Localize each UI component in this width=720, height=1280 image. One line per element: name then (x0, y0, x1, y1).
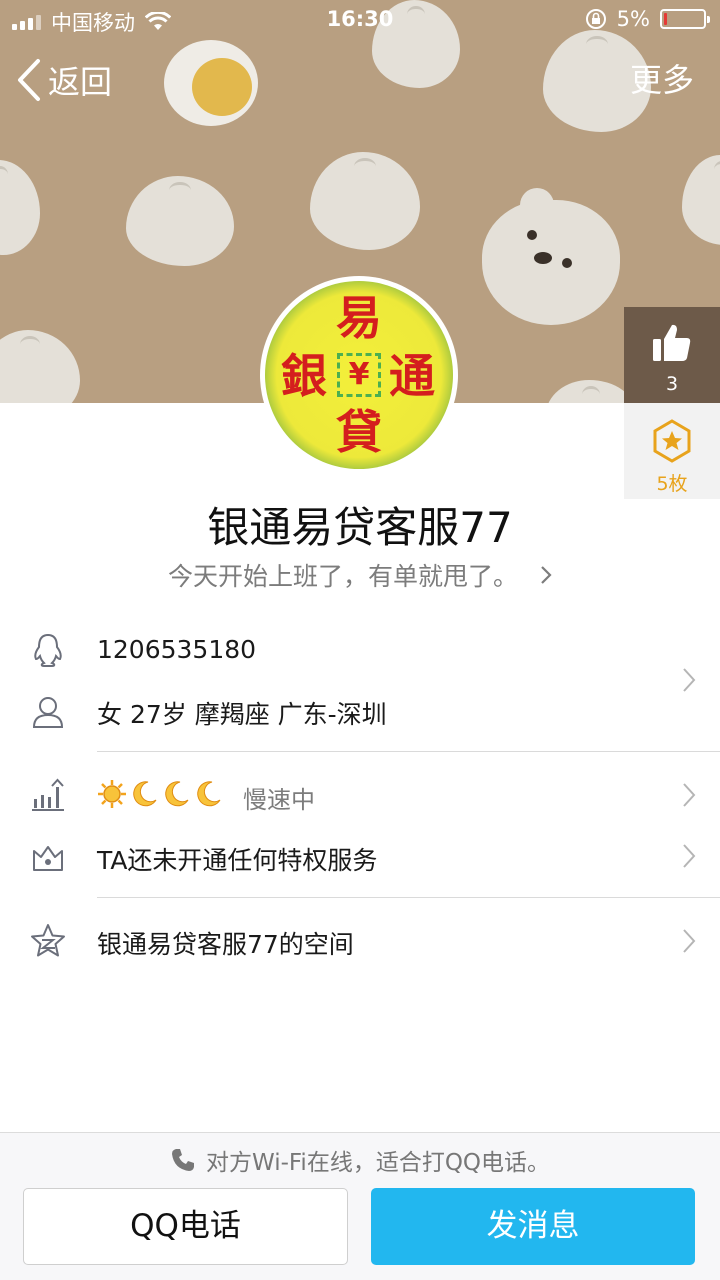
cover-decoration (0, 160, 40, 255)
qq-penguin-icon (34, 633, 62, 667)
signature-text: 今天开始上班了，有单就甩了。 (168, 562, 519, 591)
level-row[interactable]: 慢速中 (0, 765, 720, 827)
status-bar: 中国移动 16:30 5% (0, 0, 720, 40)
avatar-char: 易 (336, 291, 382, 345)
rotation-lock-icon (585, 9, 606, 29)
bottom-action-bar: 对方Wi-Fi在线，适合打QQ电话。 QQ电话 发消息 (0, 1132, 720, 1280)
sun-icon (98, 780, 126, 808)
qq-call-button[interactable]: QQ电话 (23, 1188, 348, 1265)
thumbs-up-icon (653, 324, 691, 361)
battery-icon (660, 9, 710, 29)
level-status: 慢速中 (243, 786, 315, 814)
divider (97, 751, 720, 752)
phone-icon (171, 1149, 194, 1171)
avatar[interactable]: 易 銀 通 貸 ¥ (260, 276, 458, 474)
cover-decoration (546, 380, 636, 403)
qq-number: 1206535180 (97, 635, 257, 664)
star-medal-icon (653, 419, 691, 463)
like-button[interactable]: 3 (624, 307, 720, 403)
privilege-text: TA还未开通任何特权服务 (97, 846, 378, 875)
cover-decoration (310, 152, 420, 250)
cover-decoration (682, 155, 720, 245)
level-badges (97, 779, 223, 809)
avatar-char: 通 (389, 349, 435, 403)
moon-icon (165, 781, 189, 807)
chevron-right-icon (683, 783, 696, 807)
divider (97, 897, 720, 898)
avatar-char: 銀 (281, 349, 327, 403)
cover-decoration (0, 330, 80, 403)
basic-info-row[interactable]: 1206535180 女 27岁 摩羯座 广东-深圳 (0, 620, 720, 748)
avatar-image: 易 銀 通 貸 ¥ (265, 281, 453, 469)
chevron-left-icon (18, 59, 40, 101)
battery-percent: 5% (616, 7, 650, 31)
crown-icon (33, 846, 63, 871)
person-icon (32, 697, 64, 728)
back-label: 返回 (48, 63, 113, 101)
send-message-button[interactable]: 发消息 (371, 1188, 695, 1265)
profile-details: 女 27岁 摩羯座 广东-深圳 (97, 700, 387, 729)
profile-name: 银通易贷客服77 (207, 503, 513, 552)
moon-icon (197, 781, 221, 807)
chevron-right-icon (540, 562, 552, 591)
back-button[interactable]: 返回 (16, 56, 112, 104)
cover-decoration (126, 176, 234, 266)
medal-count: 5枚 (656, 473, 688, 495)
privilege-row[interactable]: TA还未开通任何特权服务 (0, 826, 720, 888)
more-button[interactable]: 更多 (630, 56, 694, 104)
wifi-tip-text: 对方Wi-Fi在线，适合打QQ电话。 (205, 1150, 551, 1176)
chevron-right-icon (683, 844, 696, 868)
avatar-yen-mark: ¥ (337, 353, 381, 397)
avatar-char: 貸 (336, 405, 382, 459)
cover-decoration (482, 188, 620, 325)
qzone-star-icon (31, 924, 65, 957)
chevron-right-icon (683, 668, 696, 692)
qzone-row[interactable]: 银通易贷客服77的空间 (0, 910, 720, 972)
chevron-right-icon (683, 929, 696, 953)
cover-decoration (192, 58, 252, 116)
qzone-text: 银通易贷客服77的空间 (97, 930, 354, 959)
wifi-tip: 对方Wi-Fi在线，适合打QQ电话。 (0, 1143, 720, 1177)
moon-icon (133, 781, 157, 807)
level-chart-icon (32, 778, 64, 811)
signature-link[interactable]: 今天开始上班了，有单就甩了。 (0, 557, 720, 593)
medal-button[interactable]: 5枚 (624, 403, 720, 499)
status-right: 5% (585, 7, 710, 31)
like-count: 3 (665, 373, 679, 395)
